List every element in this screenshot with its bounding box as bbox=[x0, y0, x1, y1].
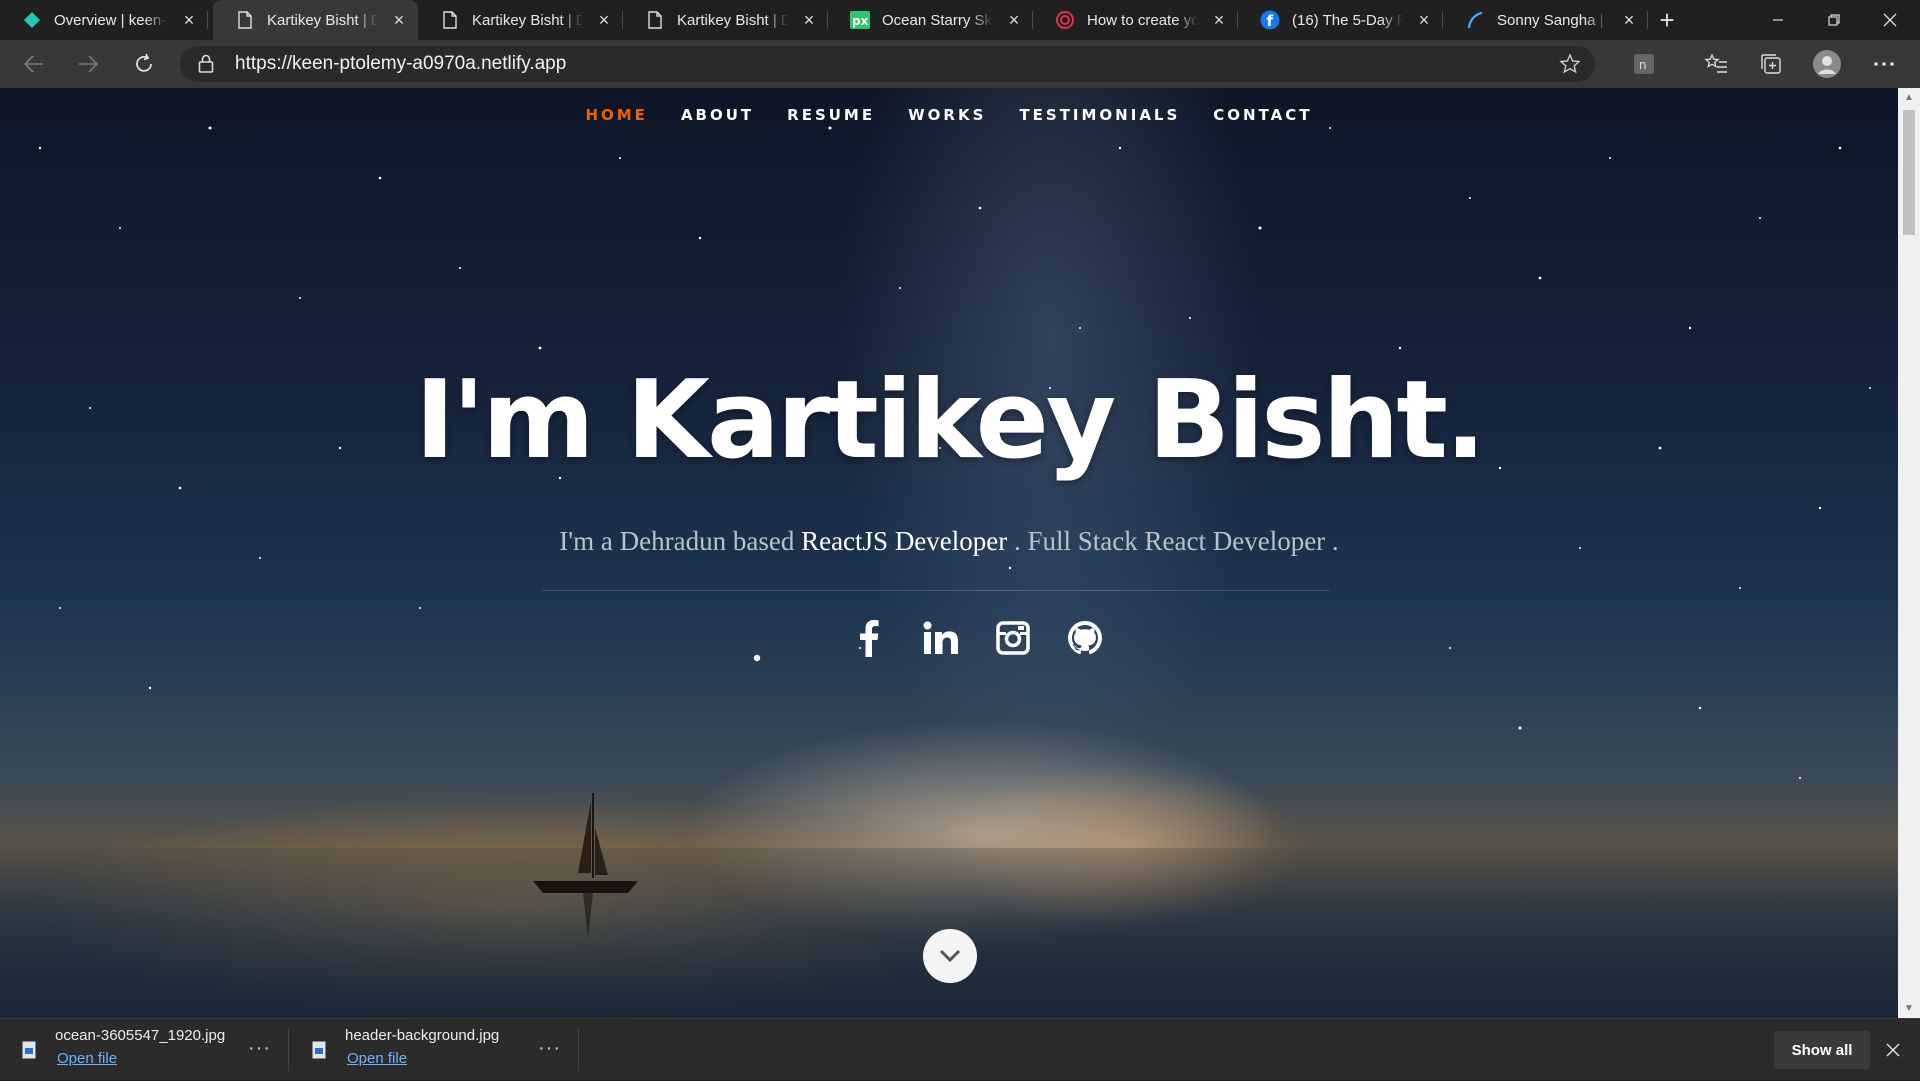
hero-title: I'm Kartikey Bisht. bbox=[414, 358, 1486, 483]
more-menu-icon[interactable] bbox=[1868, 48, 1900, 80]
tab-divider bbox=[207, 11, 208, 29]
svg-text:f: f bbox=[1267, 12, 1274, 30]
nav-about[interactable]: ABOUT bbox=[681, 106, 754, 124]
open-file-link[interactable]: Open file bbox=[57, 1050, 117, 1067]
more-options-icon[interactable]: ··· bbox=[538, 1037, 561, 1060]
hero-section: HOME ABOUT RESUME WORKS TESTIMONIALS CON… bbox=[0, 88, 1898, 1018]
tab-1[interactable]: Kartikey Bisht | Developer × bbox=[213, 0, 418, 40]
close-window-icon[interactable] bbox=[1862, 0, 1918, 40]
scroll-down-arrow-icon[interactable]: ▼ bbox=[1904, 1003, 1914, 1014]
download-divider bbox=[288, 1029, 289, 1071]
tab-title: Sonny Sangha | Developer bbox=[1497, 11, 1608, 29]
tab-divider bbox=[1647, 11, 1648, 29]
open-file-link[interactable]: Open file bbox=[347, 1050, 407, 1067]
close-icon[interactable]: × bbox=[390, 10, 408, 30]
tab-title: (16) The 5-Day React bbox=[1292, 11, 1403, 29]
close-icon[interactable]: × bbox=[1210, 10, 1228, 30]
tab-title: Ocean Starry Sky Night bbox=[882, 11, 993, 29]
favorite-star-icon[interactable] bbox=[1559, 53, 1581, 80]
subtitle-prefix: I'm a Dehradun based bbox=[559, 526, 802, 556]
collections-icon[interactable] bbox=[1755, 48, 1787, 80]
nav-works[interactable]: WORKS bbox=[908, 106, 986, 124]
tab-title: Kartikey Bisht | Developer bbox=[267, 11, 378, 29]
subtitle-suffix: . Full Stack React Developer . bbox=[1007, 526, 1339, 556]
tab-7[interactable]: Sonny Sangha | Developer × bbox=[1443, 0, 1648, 40]
profile-avatar-icon[interactable] bbox=[1811, 48, 1843, 80]
document-icon bbox=[235, 10, 255, 30]
close-icon[interactable]: × bbox=[1620, 10, 1638, 30]
subtitle-role: ReactJS Developer bbox=[801, 526, 1008, 556]
download-item[interactable]: header-background.jpg Open file ··· bbox=[290, 1019, 580, 1081]
show-all-button[interactable]: Show all bbox=[1774, 1031, 1870, 1069]
download-divider bbox=[578, 1029, 579, 1071]
nav-testimonials[interactable]: TESTIMONIALS bbox=[1019, 106, 1180, 124]
pixabay-icon: px bbox=[850, 10, 870, 30]
nav-contact[interactable]: CONTACT bbox=[1213, 106, 1312, 124]
tab-5[interactable]: How to create your × bbox=[1033, 0, 1238, 40]
favorites-icon[interactable] bbox=[1700, 48, 1732, 80]
instagram-icon[interactable] bbox=[995, 618, 1031, 658]
tab-3[interactable]: Kartikey Bisht | Developer × bbox=[623, 0, 828, 40]
close-icon[interactable]: × bbox=[1005, 10, 1023, 30]
hero-subtitle: I'm a Dehradun based ReactJS Developer .… bbox=[0, 526, 1898, 557]
close-icon[interactable]: × bbox=[800, 10, 818, 30]
hero-divider bbox=[543, 590, 1329, 591]
lock-icon bbox=[198, 54, 214, 79]
svg-text:px: px bbox=[852, 14, 869, 28]
social-links bbox=[28, 618, 1898, 658]
arrow-right-icon bbox=[79, 55, 98, 73]
tab-2[interactable]: Kartikey Bisht | Developer × bbox=[418, 0, 623, 40]
tab-title: Kartikey Bisht | Developer bbox=[677, 11, 788, 29]
download-item[interactable]: ocean-3605547_1920.jpg Open file ··· bbox=[0, 1019, 290, 1081]
facebook-icon: f bbox=[1260, 10, 1280, 30]
new-tab-button[interactable]: + bbox=[1650, 5, 1684, 35]
scroll-up-arrow-icon[interactable]: ▲ bbox=[1904, 92, 1914, 103]
download-shelf: ocean-3605547_1920.jpg Open file ··· hea… bbox=[0, 1018, 1920, 1080]
tab-0[interactable]: Overview | keen-ptolemy-a0970a × bbox=[0, 0, 208, 40]
svg-text:n: n bbox=[1639, 58, 1647, 72]
spiral-icon bbox=[1055, 10, 1075, 30]
github-icon[interactable] bbox=[1067, 618, 1103, 658]
tab-strip: Overview | keen-ptolemy-a0970a × Kartike… bbox=[0, 0, 1920, 40]
tab-6[interactable]: f (16) The 5-Day React × bbox=[1238, 0, 1443, 40]
nav-home[interactable]: HOME bbox=[585, 106, 647, 124]
chevron-down-icon bbox=[939, 949, 961, 963]
nav-resume[interactable]: RESUME bbox=[787, 106, 875, 124]
image-file-icon bbox=[312, 1041, 326, 1064]
address-bar[interactable]: https://keen-ptolemy-a0970a.netlify.app bbox=[180, 46, 1595, 82]
arrow-left-icon bbox=[24, 55, 43, 73]
close-icon[interactable]: × bbox=[180, 10, 198, 30]
tab-4[interactable]: px Ocean Starry Sky Night × bbox=[828, 0, 1033, 40]
image-file-icon bbox=[22, 1041, 36, 1064]
tab-title: Overview | keen-ptolemy-a0970a bbox=[54, 11, 168, 29]
facebook-icon[interactable] bbox=[851, 618, 887, 658]
document-icon bbox=[645, 10, 665, 30]
close-icon[interactable]: × bbox=[1415, 10, 1433, 30]
url-text: https://keen-ptolemy-a0970a.netlify.app bbox=[235, 53, 567, 74]
restore-icon[interactable] bbox=[1806, 0, 1862, 40]
close-shelf-icon[interactable] bbox=[1880, 1037, 1906, 1063]
sailboat-image bbox=[533, 793, 638, 938]
main-nav: HOME ABOUT RESUME WORKS TESTIMONIALS CON… bbox=[0, 106, 1898, 124]
scrollbar-thumb[interactable] bbox=[1903, 110, 1915, 235]
download-filename: ocean-3605547_1920.jpg bbox=[55, 1027, 226, 1044]
close-icon[interactable]: × bbox=[595, 10, 613, 30]
scroll-down-button[interactable] bbox=[923, 929, 977, 983]
brush-icon bbox=[1465, 10, 1485, 30]
back-button[interactable] bbox=[16, 46, 52, 82]
download-filename: header-background.jpg bbox=[345, 1027, 500, 1044]
browser-toolbar: https://keen-ptolemy-a0970a.netlify.app … bbox=[0, 40, 1920, 88]
forward-button[interactable] bbox=[70, 46, 106, 82]
minimize-icon[interactable] bbox=[1750, 0, 1806, 40]
refresh-button[interactable] bbox=[126, 46, 162, 82]
more-options-icon[interactable]: ··· bbox=[248, 1037, 271, 1060]
document-icon bbox=[440, 10, 460, 30]
tab-title: How to create your bbox=[1087, 11, 1198, 29]
page-scrollbar[interactable]: ▲ ▼ bbox=[1898, 88, 1920, 1018]
tab-title: Kartikey Bisht | Developer bbox=[472, 11, 583, 29]
netlify-icon bbox=[22, 10, 42, 30]
linkedin-icon[interactable] bbox=[923, 618, 959, 658]
extension-icon[interactable]: n bbox=[1628, 48, 1660, 80]
refresh-icon bbox=[136, 53, 152, 72]
